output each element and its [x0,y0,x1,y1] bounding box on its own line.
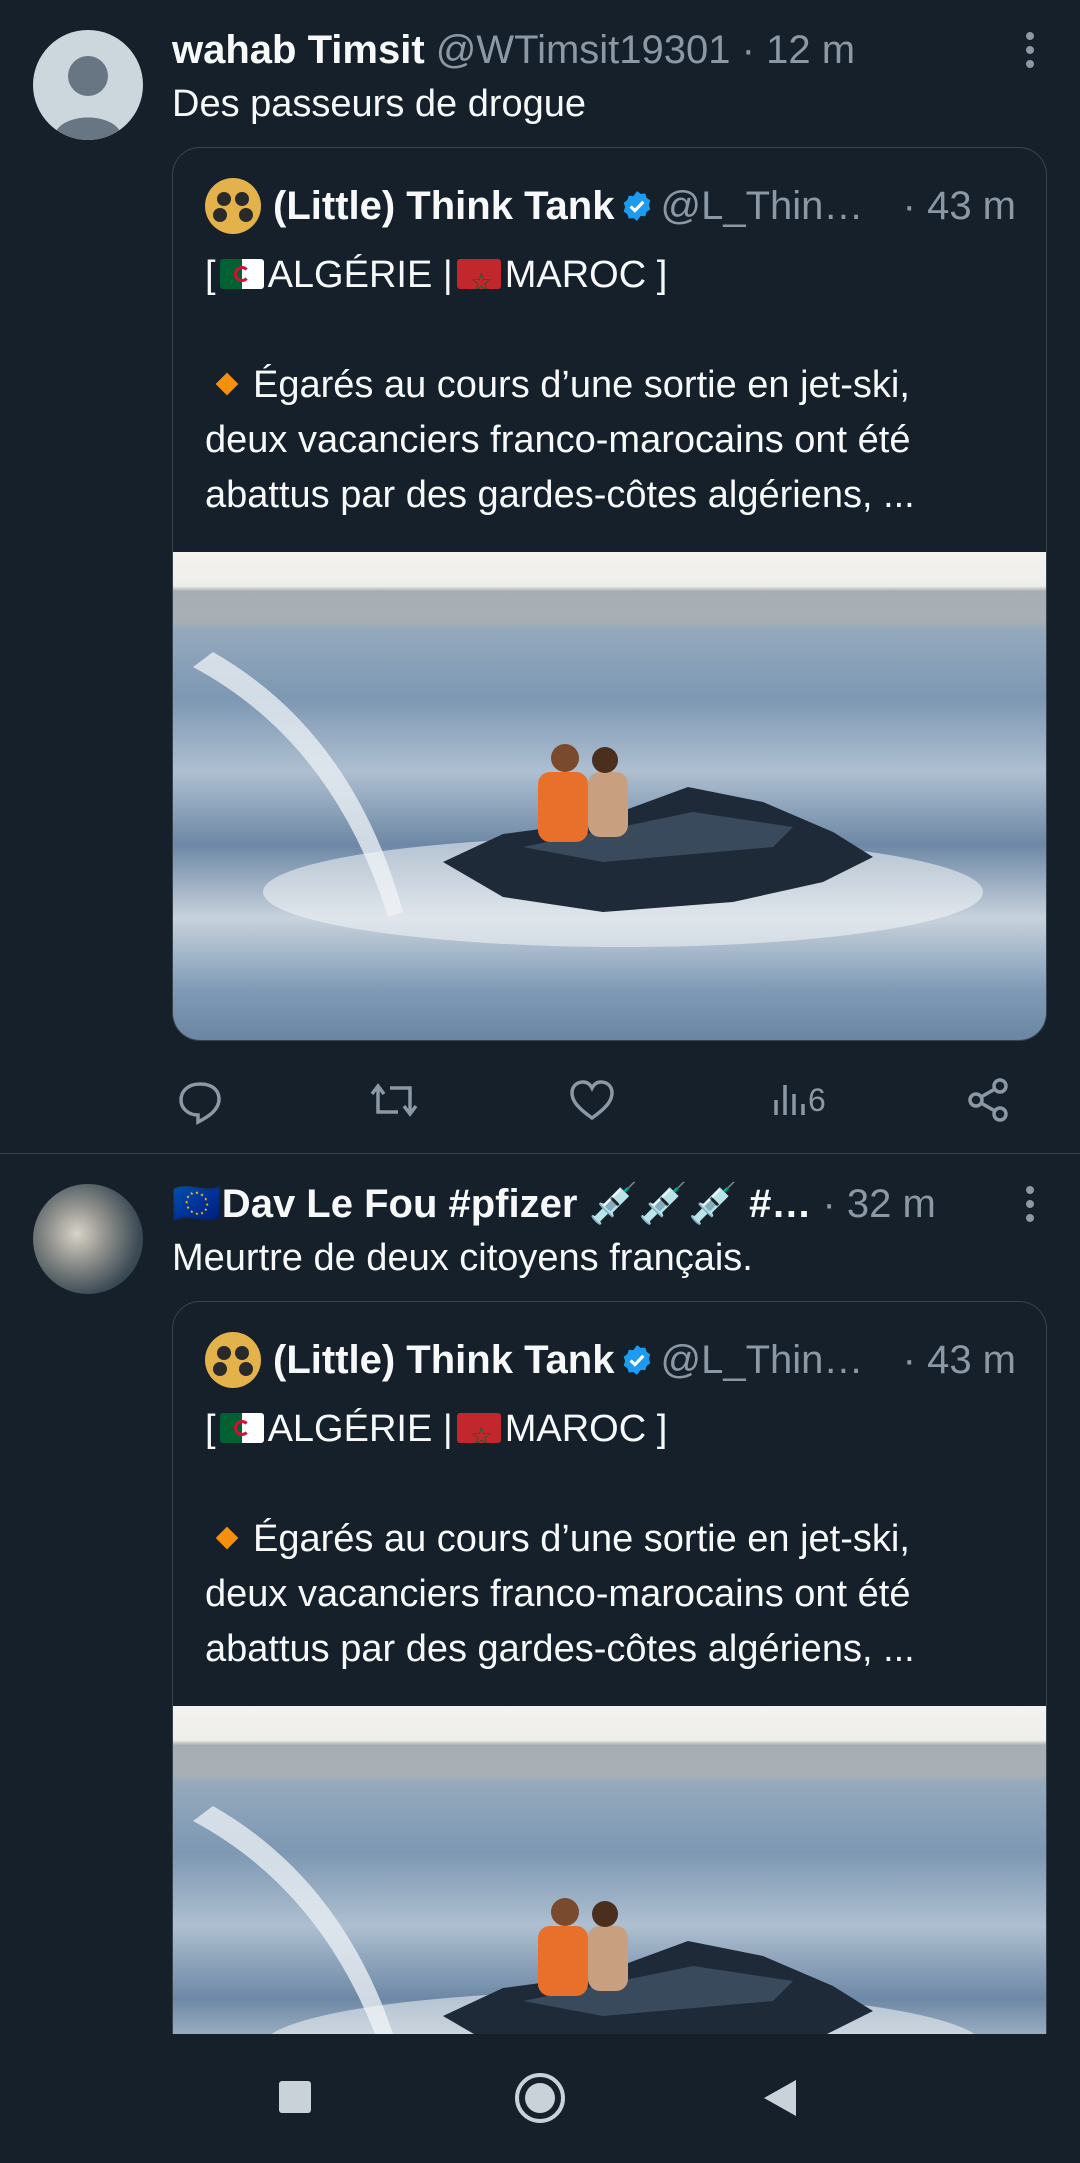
recents-square-icon[interactable] [278,2080,312,2114]
tweet-time[interactable]: 32 m [847,1182,936,1226]
author-name[interactable]: wahab Timsit [172,28,425,72]
tweet-header: wahab Timsit @WTimsit19301 · 12 m [172,22,990,78]
avatar[interactable] [33,1184,143,1294]
quoted-text: [ ALGÉRIE | MAROC ] Égarés au cours d’une … [205,248,1022,523]
orange-diamond-icon [215,372,239,396]
tweet-text: Meurtre de deux citoyens français. [172,1237,753,1279]
tweet[interactable]: 🇪🇺Dav Le Fou #pfizer 💉💉💉 #… · 32 m Meurt… [0,1154,1080,2034]
views-button[interactable]: 6 [772,1070,852,1130]
author-handle[interactable]: @WTimsit19301 [436,28,731,72]
home-circle-icon[interactable] [514,2072,566,2124]
separator: · [741,28,755,72]
quoted-line: Égarés au cours d’une sortie en jet-ski, [205,358,1022,413]
quoted-body-line: abattus par des gardes-côtes algériens, … [205,1628,915,1670]
system-navigation-bar [0,2034,1080,2163]
action-bar: 6 [172,1070,1032,1130]
quoted-tweet[interactable]: (Little) Think Tank @L_Thin… · 43 m [ ALGÉ… [172,147,1047,1041]
quoted-body-line: deux vacanciers franco-marocains ont été [205,1573,911,1615]
avatar[interactable] [33,30,143,140]
separator: · [822,1182,836,1226]
quoted-body-line: deux vacanciers franco-marocains ont été [205,419,911,461]
more-icon[interactable] [1020,1184,1040,1224]
quoted-line: Égarés au cours d’une sortie en jet-ski, [205,1512,1022,1567]
back-triangle-icon[interactable] [762,2078,798,2118]
retweet-icon[interactable] [368,1070,420,1130]
verified-badge-icon [624,191,651,222]
share-icon[interactable] [964,1070,1012,1130]
morocco-flag-icon [456,258,501,289]
quoted-line-b: MAROC ] [504,254,668,296]
bracket-open: [ [205,1408,216,1450]
quoted-line: [ ALGÉRIE | MAROC ] [205,248,1022,303]
jetski-photo [193,652,983,947]
tweet-header: 🇪🇺Dav Le Fou #pfizer 💉💉💉 #… · 32 m [172,1176,990,1232]
views-icon [774,1085,805,1115]
quoted-body-line: Égarés au cours d’une sortie en jet-ski, [253,1518,910,1560]
quoted-time: · 43 m [902,184,1016,228]
quoted-media-image[interactable] [173,552,1046,1040]
quoted-line-a: ALGÉRIE | [267,1408,453,1450]
tweet-text: Des passeurs de drogue [172,83,587,125]
quoted-header: (Little) Think Tank @L_Thin… · 43 m [205,1332,1016,1388]
quoted-media-image[interactable] [173,1706,1046,2034]
quoted-header: (Little) Think Tank @L_Thin… · 43 m [205,178,1016,234]
verified-badge-icon [624,1345,651,1376]
quoted-author-handle: @L_Thin… [660,1338,864,1382]
quoted-body-line: abattus par des gardes-côtes algériens, … [205,474,915,516]
jetski-photo [193,1806,975,2034]
reply-icon[interactable] [176,1070,224,1130]
author-name[interactable]: 🇪🇺Dav Le Fou #pfizer 💉💉💉 #… [172,1182,811,1226]
quoted-author-name: (Little) Think Tank [273,1338,615,1382]
orange-diamond-icon [215,1526,239,1550]
bracket-open: [ [205,254,216,296]
quoted-time: · 43 m [902,1338,1016,1382]
quoted-line-b: MAROC ] [504,1408,668,1450]
quoted-author-name: (Little) Think Tank [273,184,615,228]
algeria-flag-icon [219,258,264,289]
tweet-time[interactable]: 12 m [766,28,855,72]
quoted-text: [ ALGÉRIE | MAROC ] Égarés au cours d’une … [205,1402,1022,1677]
quoted-body-line: Égarés au cours d’une sortie en jet-ski, [253,364,910,406]
quoted-line-a: ALGÉRIE | [267,254,453,296]
quoted-author-handle: @L_Thin… [660,184,864,228]
default-avatar-icon [53,56,123,140]
like-icon[interactable] [568,1070,616,1130]
quoted-avatar [205,1332,261,1388]
tweet[interactable]: wahab Timsit @WTimsit19301 · 12 m Des pa… [0,0,1080,1154]
views-count: 6 [808,1082,826,1118]
quoted-avatar [205,178,261,234]
quoted-tweet[interactable]: (Little) Think Tank @L_Thin… · 43 m [ ALGÉ… [172,1301,1047,2034]
quoted-line: [ ALGÉRIE | MAROC ] [205,1402,1022,1457]
more-icon[interactable] [1020,30,1040,70]
morocco-flag-icon [456,1412,501,1443]
algeria-flag-icon [219,1412,264,1443]
